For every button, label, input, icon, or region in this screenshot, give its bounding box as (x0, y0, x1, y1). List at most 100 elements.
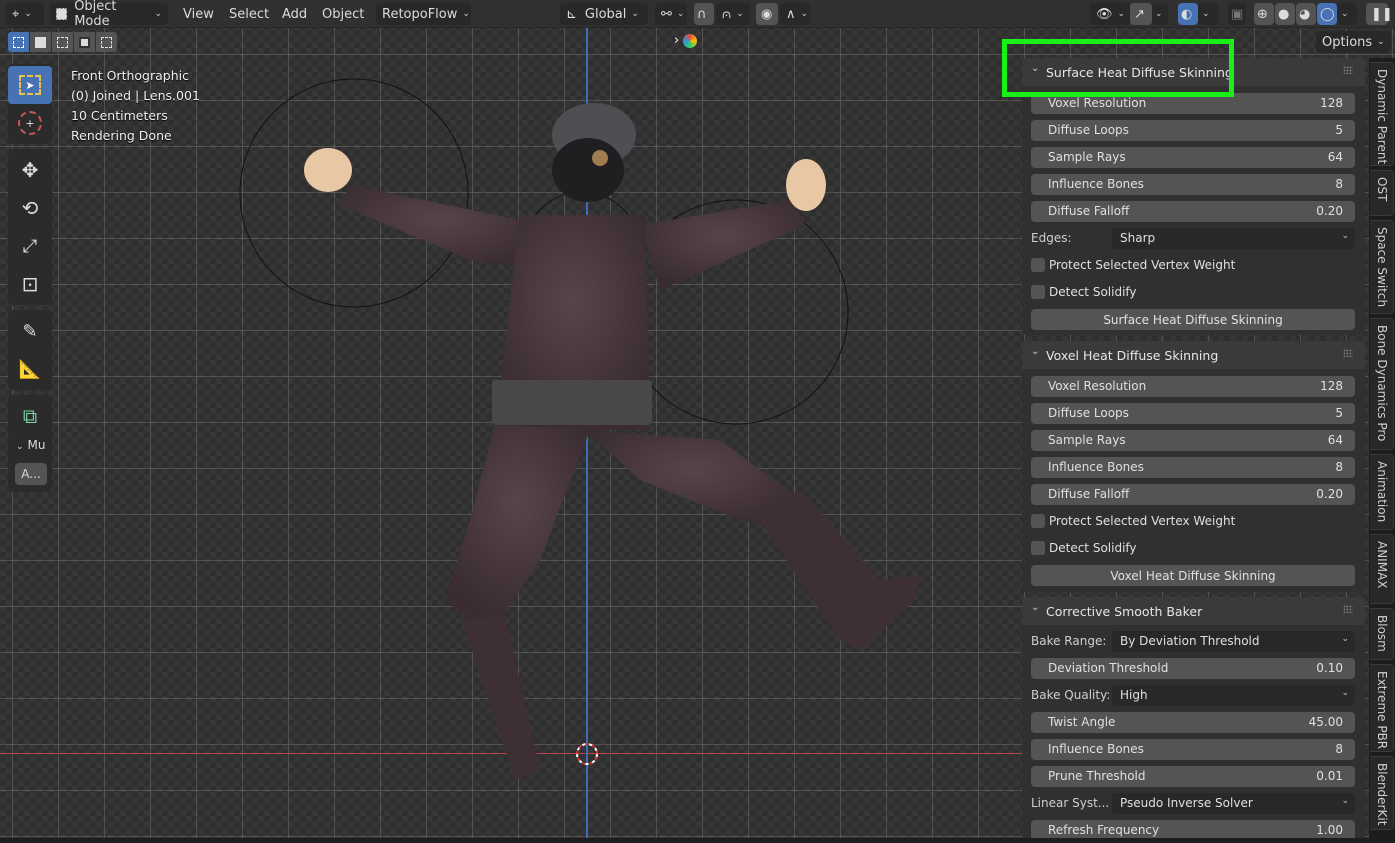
field-value: 8 (1335, 177, 1343, 191)
tab-bone-dynamics-pro[interactable]: Bone Dynamics Pro (1370, 318, 1394, 450)
detect-solidify-checkbox[interactable]: Detect Solidify (1031, 282, 1137, 302)
retopoflow-menu[interactable]: RetopoFlow ⌄ (376, 3, 471, 25)
tab-ost[interactable]: OST (1370, 170, 1394, 216)
voxel-resolution-field[interactable]: Voxel Resolution 128 (1031, 376, 1355, 397)
protect-weight-checkbox[interactable]: Protect Selected Vertex Weight (1031, 511, 1235, 531)
influence-bones-field[interactable]: Influence Bones 8 (1031, 174, 1355, 195)
select-intersect-button[interactable] (96, 32, 117, 52)
detect-solidify-checkbox[interactable]: Detect Solidify (1031, 538, 1137, 558)
left-boot (462, 615, 540, 780)
visibility-dropdown[interactable]: 👁 ⌄ (1090, 3, 1130, 25)
mini-panel-button[interactable]: A... (15, 463, 47, 485)
linear-system-dropdown[interactable]: Pseudo Inverse Solver ⌄ (1112, 793, 1355, 814)
shading-rendered[interactable]: ◯ (1317, 3, 1337, 25)
bake-quality-dropdown[interactable]: High ⌄ (1112, 685, 1355, 706)
diffuse-falloff-field[interactable]: Diffuse Falloff 0.20 (1031, 484, 1355, 505)
tool-measure[interactable]: 📐 (8, 350, 52, 388)
menu-object[interactable]: Object (318, 3, 368, 25)
tool-scale[interactable]: ⤢ (8, 227, 52, 265)
overlays-dropdown[interactable]: ⌄ (1198, 3, 1218, 25)
tool-move[interactable]: ✥ (8, 151, 52, 189)
twist-angle-field[interactable]: Twist Angle 45.00 (1031, 712, 1355, 733)
gizmo-toggle[interactable]: ↗ (1130, 3, 1152, 25)
checkbox-box[interactable] (1031, 285, 1045, 299)
tab-space-switch[interactable]: Space Switch (1370, 220, 1394, 314)
corrective-smooth-panel: ⌄ Corrective Smooth Baker Bake Range: By… (1022, 597, 1365, 843)
checkbox-box[interactable] (1031, 258, 1045, 272)
select-extend-button[interactable] (30, 32, 51, 52)
dropdown-value: High (1120, 688, 1148, 702)
select-invert-icon (79, 36, 90, 48)
menu-select[interactable]: Select (225, 3, 273, 25)
cursor-icon: + (18, 111, 42, 135)
deviation-threshold-field[interactable]: Deviation Threshold 0.10 (1031, 658, 1355, 679)
drag-grip-icon[interactable] (1343, 605, 1353, 613)
field-value: 64 (1327, 150, 1343, 164)
surface-heat-skinning-button[interactable]: Surface Heat Diffuse Skinning (1031, 309, 1355, 330)
tab-animax[interactable]: ANIMAX (1370, 534, 1394, 604)
menu-add[interactable]: Add (278, 3, 311, 25)
voxel-heat-panel-header[interactable]: ⌄ Voxel Heat Diffuse Skinning (1022, 341, 1365, 369)
xray-toggle[interactable]: ▣ (1228, 3, 1246, 25)
mode-dropdown[interactable]: Object Mode ⌄ (50, 0, 168, 29)
sidebar-tabs: Dynamic Parent OST Space Switch Bone Dyn… (1369, 58, 1395, 843)
gizmo-dropdown[interactable]: ⌄ (1152, 3, 1168, 25)
diffuse-falloff-field[interactable]: Diffuse Falloff 0.20 (1031, 201, 1355, 222)
select-new-button[interactable] (8, 32, 29, 52)
checkbox-box[interactable] (1031, 514, 1045, 528)
shading-dropdown[interactable]: ⌄ (1337, 3, 1357, 25)
dropdown-value: Sharp (1120, 231, 1156, 245)
influence-bones-field[interactable]: Influence Bones 8 (1031, 739, 1355, 760)
chevron-down-icon: ⌄ (1341, 634, 1349, 644)
shading-solid[interactable]: ● (1275, 3, 1295, 25)
shading-wireframe[interactable]: ⊕ (1254, 3, 1274, 25)
diffuse-loops-field[interactable]: Diffuse Loops 5 (1031, 403, 1355, 424)
tab-blosm[interactable]: Blosm (1370, 608, 1394, 660)
snap-target-dropdown[interactable]: ⩀ ⌄ (716, 3, 750, 25)
tool-rotate[interactable]: ⟲ (8, 189, 52, 227)
orientation-dropdown[interactable]: ⊾ Global ⌄ (560, 3, 648, 25)
menu-view[interactable]: View (179, 3, 218, 25)
color-hexagon-icon (683, 33, 698, 48)
tool-annotate[interactable]: ✎ (8, 312, 52, 350)
tool-select-box[interactable]: ➤ (8, 66, 52, 104)
select-subtract-button[interactable] (52, 32, 73, 52)
voxel-heat-skinning-button[interactable]: Voxel Heat Diffuse Skinning (1031, 565, 1355, 586)
tab-extreme-pbr[interactable]: Extreme PBR (1370, 664, 1394, 752)
drag-grip-icon[interactable] (1343, 349, 1353, 357)
proportional-toggle[interactable]: ◉ (756, 3, 778, 25)
influence-bones-field[interactable]: Influence Bones 8 (1031, 457, 1355, 478)
tool-transform[interactable]: ⊡ (8, 265, 52, 303)
select-new-icon (13, 36, 24, 48)
edges-dropdown[interactable]: Sharp ⌄ (1112, 228, 1355, 249)
sample-rays-field[interactable]: Sample Rays 64 (1031, 147, 1355, 168)
overlays-toggle[interactable]: ◐ (1178, 3, 1198, 25)
tab-label: Blosm (1375, 615, 1389, 652)
bake-range-dropdown[interactable]: By Deviation Threshold ⌄ (1112, 631, 1355, 652)
xray-icon: ▣ (1231, 6, 1244, 22)
falloff-dropdown[interactable]: ∧ ⌄ (780, 3, 810, 25)
chevron-down-icon: ⌄ (676, 9, 685, 19)
select-invert-button[interactable] (74, 32, 95, 52)
sample-rays-field[interactable]: Sample Rays 64 (1031, 430, 1355, 451)
tab-blenderkit[interactable]: BlenderKit (1370, 756, 1394, 830)
drag-grip-icon[interactable] (1343, 66, 1353, 74)
tab-animation[interactable]: Animation (1370, 454, 1394, 530)
shading-material[interactable]: ◕ (1296, 3, 1316, 25)
checkbox-box[interactable] (1031, 541, 1045, 555)
diffuse-loops-field[interactable]: Diffuse Loops 5 (1031, 120, 1355, 141)
snap-toggle[interactable]: ∩ (694, 3, 714, 25)
chevron-down-icon: ⌄ (154, 9, 162, 19)
options-dropdown[interactable]: Options ⌄ (1316, 31, 1391, 53)
protect-weight-checkbox[interactable]: Protect Selected Vertex Weight (1031, 255, 1235, 275)
navigation-gizmo-toggle[interactable]: › (674, 33, 698, 48)
pivot-dropdown[interactable]: ⚯ ⌄ (655, 3, 687, 25)
tab-dynamic-parent[interactable]: Dynamic Parent (1370, 62, 1394, 166)
mini-panel-header[interactable]: ⌄ Mu (16, 438, 46, 452)
tool-cursor[interactable]: + (8, 104, 52, 142)
prune-threshold-field[interactable]: Prune Threshold 0.01 (1031, 766, 1355, 787)
corrective-smooth-panel-header[interactable]: ⌄ Corrective Smooth Baker (1022, 597, 1365, 625)
wireframe-sphere-icon: ⊕ (1257, 6, 1268, 22)
pause-render-button[interactable]: ❚❚ (1366, 3, 1393, 25)
editor-type-button[interactable]: ⌖ ⌄ (6, 3, 44, 25)
